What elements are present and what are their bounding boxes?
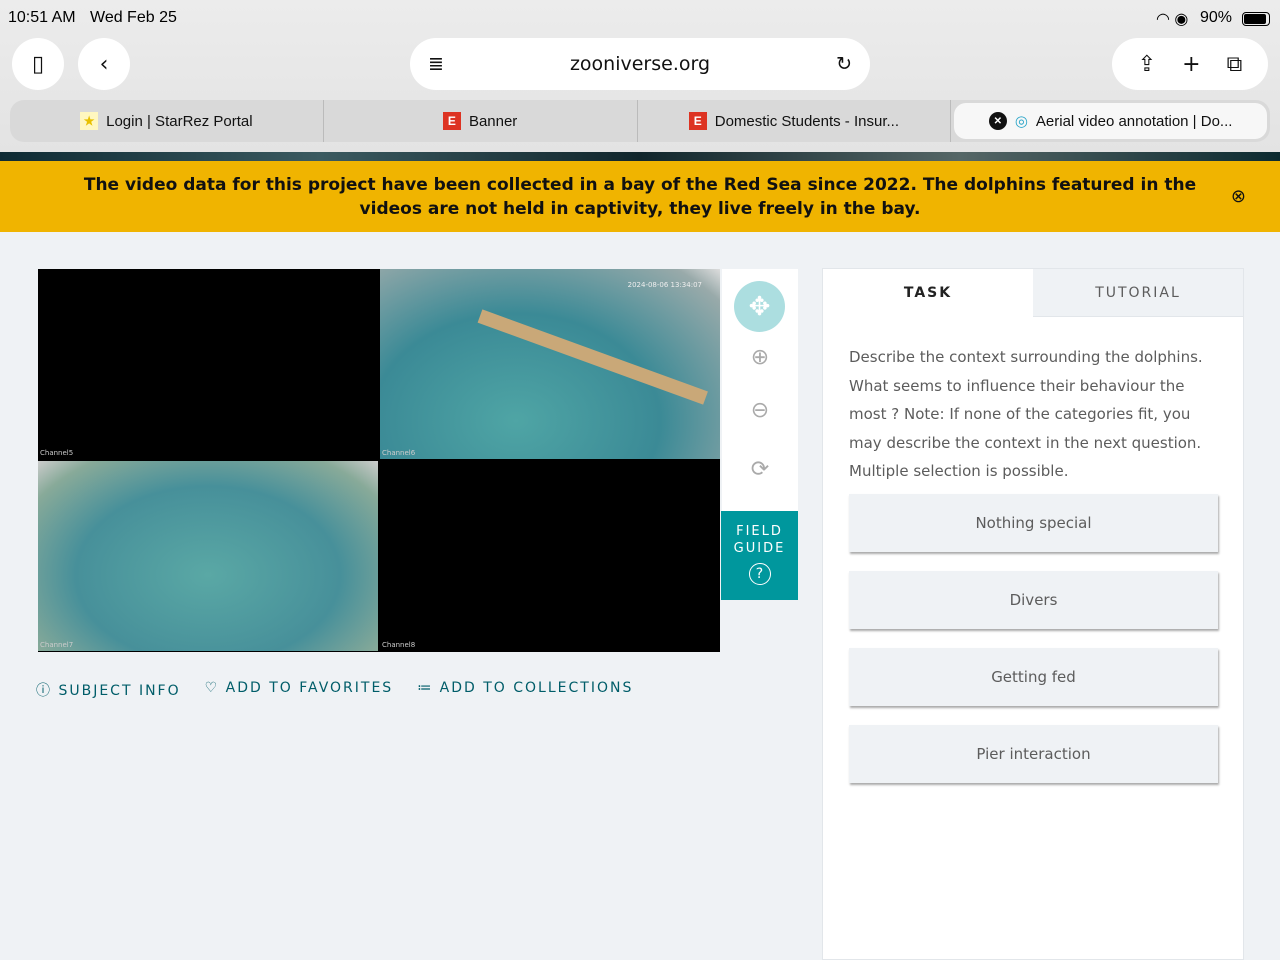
address-bar[interactable]: ≣ zooniverse.org ↻ xyxy=(410,38,870,90)
channel-label: Channel5 xyxy=(40,449,74,457)
announcement-banner: The video data for this project have bee… xyxy=(0,161,1280,232)
browser-chrome: 10:51 AM Wed Feb 25 ◠ ◉ 90% ▯ ‹ ≣ zooniv… xyxy=(0,0,1280,152)
tab-starrez[interactable]: ★ Login | StarRez Portal xyxy=(10,100,324,142)
task-instruction: Describe the context surrounding the dol… xyxy=(849,348,1203,480)
hero-strip xyxy=(0,152,1280,161)
video-channel-5: Channel5 xyxy=(38,269,378,459)
toolbar-actions: ⇪ + ⧉ xyxy=(1112,38,1268,90)
tab-title: Aerial video annotation | Do... xyxy=(1035,112,1233,130)
wifi-icon: ◠ ◉ xyxy=(1156,11,1189,28)
reset-rotate-icon[interactable]: ⟳ xyxy=(722,457,798,482)
sidebar-toggle-button[interactable]: ▯ xyxy=(12,38,64,90)
info-icon: ⓘ xyxy=(36,683,59,699)
close-banner-icon[interactable]: ⊗ xyxy=(1231,185,1246,209)
answer-getting-fed[interactable]: Getting fed xyxy=(849,647,1218,706)
channel-label: Channel8 xyxy=(382,641,416,649)
subject-links: ⓘ SUBJECT INFO ♡ ADD TO FAVORITES ≔ ADD … xyxy=(36,680,633,700)
answer-nothing-special[interactable]: Nothing special xyxy=(849,493,1218,552)
tab-title: Login | StarRez Portal xyxy=(106,112,253,130)
e-favicon-icon: E xyxy=(442,112,461,130)
tabs-icon[interactable]: ⧉ xyxy=(1227,52,1243,77)
tab-title: Banner xyxy=(468,112,518,130)
add-to-favorites-link[interactable]: ♡ ADD TO FAVORITES xyxy=(205,680,394,700)
battery-icon xyxy=(1242,12,1270,26)
video-channel-7: Channel7 xyxy=(38,461,378,651)
chevron-left-icon: ‹ xyxy=(99,51,109,77)
star-favicon-icon: ★ xyxy=(80,112,99,130)
video-channel-8: Channel8 xyxy=(380,461,720,651)
subject-video[interactable]: Channel5 2024-08-06 13:34:07 Channel6 Ch… xyxy=(38,269,720,652)
banner-text: The video data for this project have bee… xyxy=(83,175,1197,219)
battery-percent: 90% xyxy=(1200,9,1233,26)
video-timestamp: 2024-08-06 13:34:07 xyxy=(627,281,702,289)
add-to-collections-link[interactable]: ≔ ADD TO COLLECTIONS xyxy=(417,680,633,700)
sidebar-icon: ▯ xyxy=(31,51,45,77)
e-favicon-icon: E xyxy=(688,112,707,130)
tab-banner[interactable]: E Banner xyxy=(324,100,638,142)
channel-label: Channel7 xyxy=(40,641,74,649)
answer-pier-interaction[interactable]: Pier interaction xyxy=(849,724,1218,783)
link-label: ADD TO COLLECTIONS xyxy=(439,680,634,696)
zoom-out-icon[interactable]: ⊖ xyxy=(722,398,798,423)
tab-title: Domestic Students - Insur... xyxy=(714,112,899,130)
task-panel: TASK TUTORIAL Describe the context surro… xyxy=(822,268,1244,960)
field-guide-label: GUIDE xyxy=(733,541,786,556)
subject-info-link[interactable]: ⓘ SUBJECT INFO xyxy=(36,680,181,700)
status-date: Wed Feb 25 xyxy=(90,9,177,26)
link-label: ADD TO FAVORITES xyxy=(225,680,394,696)
zoom-in-icon[interactable]: ⊕ xyxy=(722,345,798,370)
field-guide-label: FIELD xyxy=(736,524,783,539)
heart-icon: ♡ xyxy=(204,680,226,696)
video-channel-6: 2024-08-06 13:34:07 Channel6 xyxy=(380,269,720,459)
pier xyxy=(477,309,708,405)
url-text: zooniverse.org xyxy=(569,53,711,75)
channel-label: Channel6 xyxy=(382,449,416,457)
tab-task[interactable]: TASK xyxy=(823,269,1033,317)
new-tab-icon[interactable]: + xyxy=(1182,52,1200,77)
tab-tutorial[interactable]: TUTORIAL xyxy=(1033,269,1243,317)
tab-aerial-video[interactable]: ✕ ◎ Aerial video annotation | Do... xyxy=(954,103,1267,139)
tab-domestic-students[interactable]: E Domestic Students - Insur... xyxy=(638,100,952,142)
share-icon[interactable]: ⇪ xyxy=(1138,52,1156,77)
field-guide-button[interactable]: FIELD GUIDE ? xyxy=(721,511,798,600)
list-icon: ≔ xyxy=(417,680,440,696)
answer-divers[interactable]: Divers xyxy=(849,570,1218,629)
help-icon: ? xyxy=(748,563,771,585)
zooniverse-favicon-icon: ◎ xyxy=(1014,113,1028,130)
reload-icon[interactable]: ↻ xyxy=(836,53,852,75)
image-toolbar: ✥ ⊕ ⊖ ⟳ xyxy=(722,269,798,511)
move-icon[interactable]: ✥ xyxy=(734,281,785,332)
link-label: SUBJECT INFO xyxy=(58,683,181,699)
tab-bar: ★ Login | StarRez Portal E Banner E Domesti… xyxy=(10,100,1270,142)
close-tab-icon[interactable]: ✕ xyxy=(988,112,1007,130)
status-time: 10:51 AM xyxy=(8,9,76,26)
back-button[interactable]: ‹ xyxy=(78,38,130,90)
reader-icon: ≣ xyxy=(428,53,444,75)
